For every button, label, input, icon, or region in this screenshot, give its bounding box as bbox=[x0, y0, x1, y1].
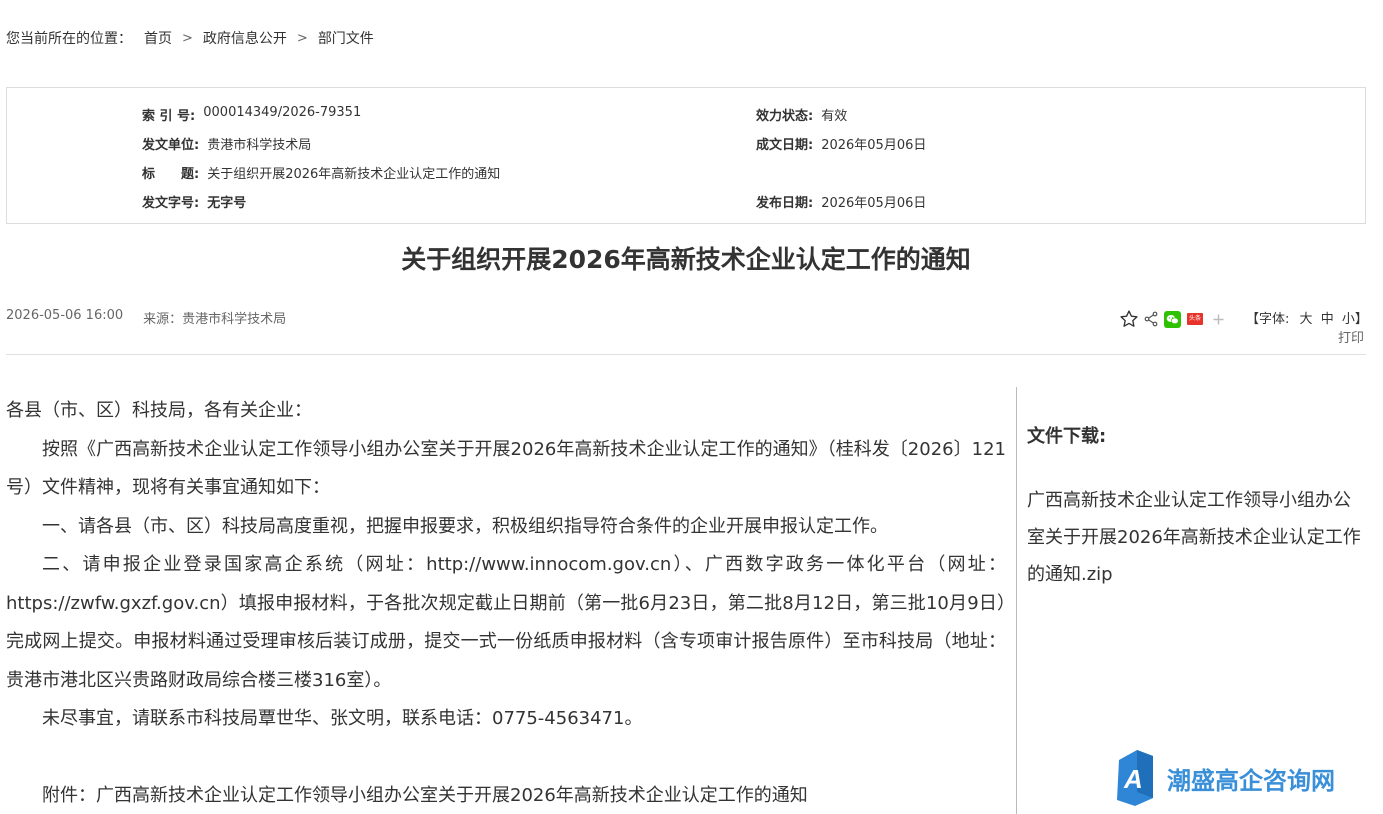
article-source: 来源：贵港市科学技术局 bbox=[143, 312, 287, 327]
item-one-paragraph: 一、请各县（市、区）科技局高度重视，把握申报要求，积极组织指导符合条件的企业开展… bbox=[42, 515, 888, 537]
meta-title-label: 标 题: bbox=[142, 167, 200, 182]
font-size-switch: 【字体: 大 中 小】 bbox=[1246, 308, 1368, 327]
plus-icon[interactable] bbox=[1210, 311, 1226, 327]
toutiao-icon[interactable]: 头条 bbox=[1187, 313, 1203, 325]
font-size-small[interactable]: 小】 bbox=[1342, 312, 1368, 327]
meta-status-value: 有效 bbox=[821, 109, 848, 124]
meta-index-label: 索 引 号: bbox=[142, 109, 196, 124]
meta-index-value: 000014349/2026-79351 bbox=[203, 105, 362, 120]
breadcrumb: 您当前所在的位置： 首页 > 政府信息公开 > 部门文件 bbox=[6, 28, 374, 48]
meta-docno: 发文字号: 无字号 bbox=[142, 192, 246, 211]
star-icon[interactable] bbox=[1118, 308, 1140, 330]
meta-published-value: 2026年05月06日 bbox=[821, 196, 927, 211]
meta-issuer: 发文单位: 贵港市科学技术局 bbox=[142, 134, 311, 153]
article-datetime: 2026-05-06 16:00 bbox=[6, 308, 124, 323]
meta-issuer-value: 贵港市科学技术局 bbox=[207, 138, 312, 153]
breadcrumb-dept-docs[interactable]: 部门文件 bbox=[318, 28, 374, 48]
intro-paragraph: 按照《广西高新技术企业认定工作领导小组办公室关于开展2026年高新技术企业认定工… bbox=[6, 438, 1006, 499]
meta-created-label: 成文日期: bbox=[756, 138, 814, 153]
meta-title-value: 关于组织开展2026年高新技术企业认定工作的通知 bbox=[207, 167, 501, 182]
salutation-paragraph: 各县（市、区）科技局，各有关企业： bbox=[6, 400, 312, 421]
breadcrumb-prefix: 您当前所在的位置： bbox=[6, 31, 132, 47]
download-file-link[interactable]: 广西高新技术企业认定工作领导小组办公室关于开展2026年高新技术企业认定工作的通… bbox=[1027, 482, 1362, 593]
attachment-paragraph: 附件：广西高新技术企业认定工作领导小组办公室关于开展2026年高新技术企业认定工… bbox=[42, 785, 808, 806]
chevron-right-icon: > bbox=[182, 30, 193, 46]
meta-status: 效力状态: 有效 bbox=[756, 105, 847, 124]
contact-paragraph: 未尽事宜，请联系市科技局覃世华、张文明，联系电话：0775-4563471。 bbox=[42, 708, 643, 729]
watermark-logo-letter: A bbox=[1123, 764, 1143, 794]
watermark-logo-icon: A bbox=[1117, 750, 1153, 806]
print-link[interactable]: 打印 bbox=[1338, 327, 1364, 346]
meta-created: 成文日期: 2026年05月06日 bbox=[756, 134, 926, 153]
chevron-right-icon: > bbox=[296, 30, 308, 46]
meta-title: 标 题: 关于组织开展2026年高新技术企业认定工作的通知 bbox=[142, 163, 500, 182]
wechat-icon[interactable] bbox=[1164, 310, 1181, 328]
meta-docno-label: 发文字号: bbox=[142, 196, 200, 211]
download-title: 文件下载: bbox=[1027, 426, 1107, 447]
font-size-medium[interactable]: 中 bbox=[1321, 312, 1334, 327]
meta-published: 发布日期: 2026年05月06日 bbox=[756, 192, 926, 211]
font-size-prefix: 【字体: bbox=[1246, 312, 1290, 327]
article-body: 各县（市、区）科技局，各有关企业： 按照《广西高新技术企业认定工作领导小组办公室… bbox=[6, 392, 1006, 814]
item-two-paragraph: 二、请申报企业登录国家高企系统（网址：http://www.innocom.go… bbox=[6, 554, 1006, 691]
breadcrumb-home[interactable]: 首页 bbox=[144, 28, 172, 48]
meta-index: 索 引 号: 000014349/2026-79351 bbox=[142, 105, 361, 124]
share-icon[interactable] bbox=[1142, 309, 1160, 329]
column-divider bbox=[1016, 387, 1017, 814]
font-size-large[interactable]: 大 bbox=[1300, 312, 1313, 327]
share-toolbar: 头条 bbox=[1118, 308, 1226, 330]
meta-created-value: 2026年05月06日 bbox=[821, 138, 927, 153]
article-title: 关于组织开展2026年高新技术企业认定工作的通知 bbox=[401, 245, 971, 274]
meta-published-label: 发布日期: bbox=[756, 196, 814, 211]
document-meta-box: 索 引 号: 000014349/2026-79351 效力状态: 有效 发文单… bbox=[6, 87, 1366, 224]
article-info-bar: 2026-05-06 16:00 来源：贵港市科学技术局 bbox=[6, 308, 286, 327]
meta-status-label: 效力状态: bbox=[756, 109, 814, 124]
header-divider bbox=[6, 354, 1366, 355]
meta-docno-value: 无字号 bbox=[207, 196, 247, 211]
breadcrumb-gov-info[interactable]: 政府信息公开 bbox=[203, 28, 287, 48]
meta-issuer-label: 发文单位: bbox=[142, 138, 200, 153]
watermark: A 潮盛高企咨询网 bbox=[1115, 750, 1335, 806]
toutiao-label: 头条 bbox=[1188, 315, 1201, 322]
watermark-text: 潮盛高企咨询网 bbox=[1167, 765, 1335, 795]
